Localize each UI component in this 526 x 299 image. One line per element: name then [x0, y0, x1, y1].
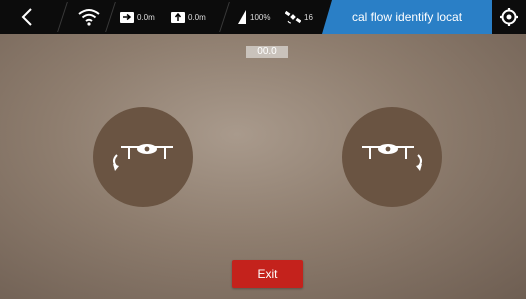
flight-mode-text: cal flow identify locat [352, 10, 463, 24]
satellite-count: 16 [304, 12, 313, 22]
back-button[interactable] [10, 4, 44, 30]
divider [105, 2, 116, 32]
rotate-right-drone-icon [362, 144, 422, 171]
altitude-value: 0.0m [188, 12, 206, 22]
arrow-right-icon [120, 11, 134, 23]
battery-value: 100% [250, 12, 271, 22]
battery-icon [237, 10, 247, 24]
chevron-left-icon [21, 8, 32, 26]
rotate-left-drone-icon [113, 144, 173, 171]
satellite-icon [285, 10, 301, 24]
distance-stat: 0.0m [120, 9, 155, 25]
satellite-stat: 16 [285, 9, 313, 25]
altitude-stat: 0.0m [171, 9, 206, 25]
divider [57, 2, 68, 32]
rotate-left-button[interactable] [93, 107, 193, 207]
status-bar: 0.0m 0.0m 100% 16 cal flow identify loca… [0, 0, 526, 34]
wifi-icon [78, 9, 100, 26]
rotate-right-button[interactable] [342, 107, 442, 207]
arrow-up-icon [171, 11, 185, 23]
exit-button[interactable]: Exit [232, 260, 303, 288]
battery-stat: 100% [237, 9, 270, 25]
divider [219, 2, 230, 32]
flight-mode-banner[interactable]: cal flow identify locat [322, 0, 492, 34]
distance-value: 0.0m [137, 12, 155, 22]
settings-icon[interactable] [499, 7, 519, 27]
value-readout: 00.0 [246, 46, 288, 58]
